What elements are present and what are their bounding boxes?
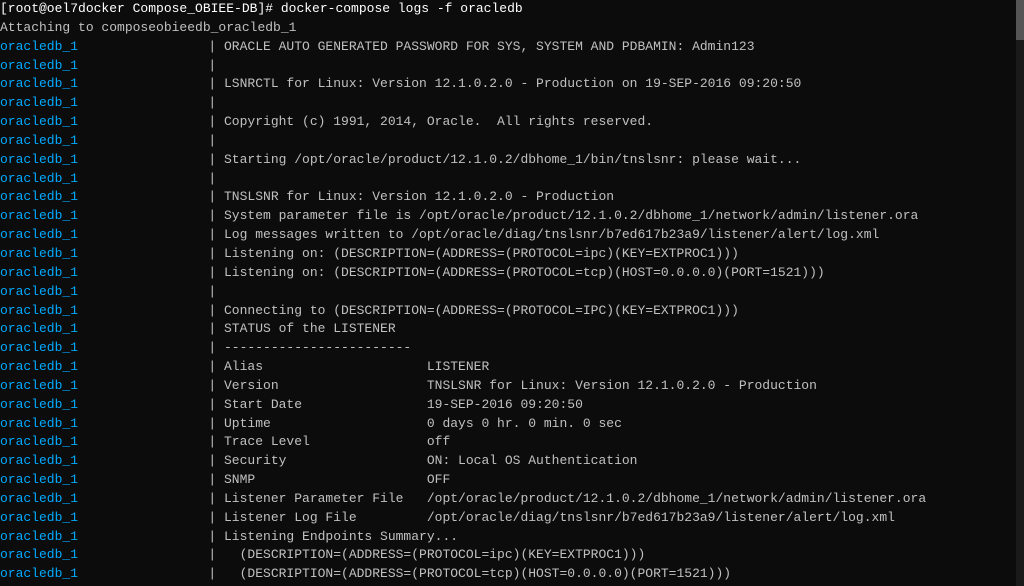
log-line: oracledb_1 | ORACLE AUTO GENERATED PASSW…	[0, 38, 1024, 57]
line-content: | Listening on: (DESCRIPTION=(ADDRESS=(P…	[185, 245, 1024, 264]
log-line: oracledb_1 | Alias LISTENER	[0, 358, 1024, 377]
log-line: oracledb_1 | (DESCRIPTION=(ADDRESS=(PROT…	[0, 546, 1024, 565]
log-output: oracledb_1 | ORACLE AUTO GENERATED PASSW…	[0, 38, 1024, 586]
line-content: | Copyright (c) 1991, 2014, Oracle. All …	[185, 113, 1024, 132]
line-prefix: oracledb_1	[0, 339, 185, 358]
line-content: |	[185, 132, 1024, 151]
log-line: oracledb_1 | SNMP OFF	[0, 471, 1024, 490]
log-line: oracledb_1 |	[0, 57, 1024, 76]
line-content: | Start Date 19-SEP-2016 09:20:50	[185, 396, 1024, 415]
log-line: oracledb_1 | System parameter file is /o…	[0, 207, 1024, 226]
line-prefix: oracledb_1	[0, 264, 185, 283]
line-content: | TNSLSNR for Linux: Version 12.1.0.2.0 …	[185, 188, 1024, 207]
line-content: | Listening on: (DESCRIPTION=(ADDRESS=(P…	[185, 264, 1024, 283]
line-content: | (DESCRIPTION=(ADDRESS=(PROTOCOL=tcp)(H…	[185, 565, 1024, 584]
attach-line: Attaching to composeobieedb_oracledb_1	[0, 19, 1024, 38]
line-prefix: oracledb_1	[0, 452, 185, 471]
line-content: | Starting /opt/oracle/product/12.1.0.2/…	[185, 151, 1024, 170]
line-content: | Alias LISTENER	[185, 358, 1024, 377]
line-content: | Trace Level off	[185, 433, 1024, 452]
terminal-window: [root@oel7docker Compose_OBIEE-DB]# dock…	[0, 0, 1024, 586]
log-line: oracledb_1 | Trace Level off	[0, 433, 1024, 452]
line-content: | Listening Endpoints Summary...	[185, 528, 1024, 547]
log-line: oracledb_1 | Start Date 19-SEP-2016 09:2…	[0, 396, 1024, 415]
log-line: oracledb_1 | Security ON: Local OS Authe…	[0, 452, 1024, 471]
line-prefix: oracledb_1	[0, 38, 185, 57]
line-prefix: oracledb_1	[0, 170, 185, 189]
line-prefix: oracledb_1	[0, 113, 185, 132]
log-line: oracledb_1 | Listener Log File /opt/orac…	[0, 509, 1024, 528]
line-content: | Security ON: Local OS Authentication	[185, 452, 1024, 471]
line-content: |	[185, 94, 1024, 113]
line-content: | Connecting to (DESCRIPTION=(ADDRESS=(P…	[185, 302, 1024, 321]
log-line: oracledb_1 | Listening on: (DESCRIPTION=…	[0, 264, 1024, 283]
log-line: oracledb_1 | LSNRCTL for Linux: Version …	[0, 75, 1024, 94]
line-content: | LSNRCTL for Linux: Version 12.1.0.2.0 …	[185, 75, 1024, 94]
line-content: | System parameter file is /opt/oracle/p…	[185, 207, 1024, 226]
line-content: |	[185, 283, 1024, 302]
line-prefix: oracledb_1	[0, 94, 185, 113]
line-prefix: oracledb_1	[0, 509, 185, 528]
line-content: | ------------------------	[185, 339, 1024, 358]
line-prefix: oracledb_1	[0, 528, 185, 547]
line-content: | Version TNSLSNR for Linux: Version 12.…	[185, 377, 1024, 396]
line-content: | ORACLE AUTO GENERATED PASSWORD FOR SYS…	[185, 38, 1024, 57]
line-prefix: oracledb_1	[0, 57, 185, 76]
line-prefix: oracledb_1	[0, 151, 185, 170]
line-prefix: oracledb_1	[0, 245, 185, 264]
line-content: | Log messages written to /opt/oracle/di…	[185, 226, 1024, 245]
line-content: |	[185, 170, 1024, 189]
log-line: oracledb_1 |	[0, 132, 1024, 151]
log-line: oracledb_1 | Starting /opt/oracle/produc…	[0, 151, 1024, 170]
scrollbar[interactable]	[1016, 0, 1024, 586]
line-prefix: oracledb_1	[0, 396, 185, 415]
line-prefix: oracledb_1	[0, 565, 185, 584]
line-content: | Listener Log File /opt/oracle/diag/tns…	[185, 509, 1024, 528]
log-line: oracledb_1 | Listening Endpoints Summary…	[0, 528, 1024, 547]
line-prefix: oracledb_1	[0, 188, 185, 207]
log-line: oracledb_1 |	[0, 170, 1024, 189]
line-prefix: oracledb_1	[0, 207, 185, 226]
line-prefix: oracledb_1	[0, 75, 185, 94]
log-line: oracledb_1 | ------------------------	[0, 339, 1024, 358]
log-line: oracledb_1 |	[0, 94, 1024, 113]
line-prefix: oracledb_1	[0, 433, 185, 452]
line-content: | STATUS of the LISTENER	[185, 320, 1024, 339]
line-content: | (DESCRIPTION=(ADDRESS=(PROTOCOL=ipc)(K…	[185, 546, 1024, 565]
line-prefix: oracledb_1	[0, 471, 185, 490]
line-prefix: oracledb_1	[0, 226, 185, 245]
log-line: oracledb_1 | Log messages written to /op…	[0, 226, 1024, 245]
log-line: oracledb_1 | Connecting to (DESCRIPTION=…	[0, 302, 1024, 321]
line-prefix: oracledb_1	[0, 283, 185, 302]
line-prefix: oracledb_1	[0, 358, 185, 377]
prompt-line: [root@oel7docker Compose_OBIEE-DB]# dock…	[0, 0, 1024, 19]
line-prefix: oracledb_1	[0, 132, 185, 151]
line-content: | Uptime 0 days 0 hr. 0 min. 0 sec	[185, 415, 1024, 434]
line-prefix: oracledb_1	[0, 490, 185, 509]
log-line: oracledb_1 | Uptime 0 days 0 hr. 0 min. …	[0, 415, 1024, 434]
log-line: oracledb_1 |	[0, 283, 1024, 302]
scrollbar-thumb[interactable]	[1016, 0, 1024, 40]
log-line: oracledb_1 | STATUS of the LISTENER	[0, 320, 1024, 339]
line-prefix: oracledb_1	[0, 415, 185, 434]
line-content: |	[185, 57, 1024, 76]
log-line: oracledb_1 | Version TNSLSNR for Linux: …	[0, 377, 1024, 396]
log-line: oracledb_1 | Listening on: (DESCRIPTION=…	[0, 245, 1024, 264]
line-prefix: oracledb_1	[0, 546, 185, 565]
log-line: oracledb_1 | Copyright (c) 1991, 2014, O…	[0, 113, 1024, 132]
log-line: oracledb_1 | Listener Parameter File /op…	[0, 490, 1024, 509]
log-line: oracledb_1 | (DESCRIPTION=(ADDRESS=(PROT…	[0, 565, 1024, 584]
line-prefix: oracledb_1	[0, 320, 185, 339]
line-content: | SNMP OFF	[185, 471, 1024, 490]
line-content: | Listener Parameter File /opt/oracle/pr…	[185, 490, 1024, 509]
line-prefix: oracledb_1	[0, 302, 185, 321]
log-line: oracledb_1 | TNSLSNR for Linux: Version …	[0, 188, 1024, 207]
line-prefix: oracledb_1	[0, 377, 185, 396]
